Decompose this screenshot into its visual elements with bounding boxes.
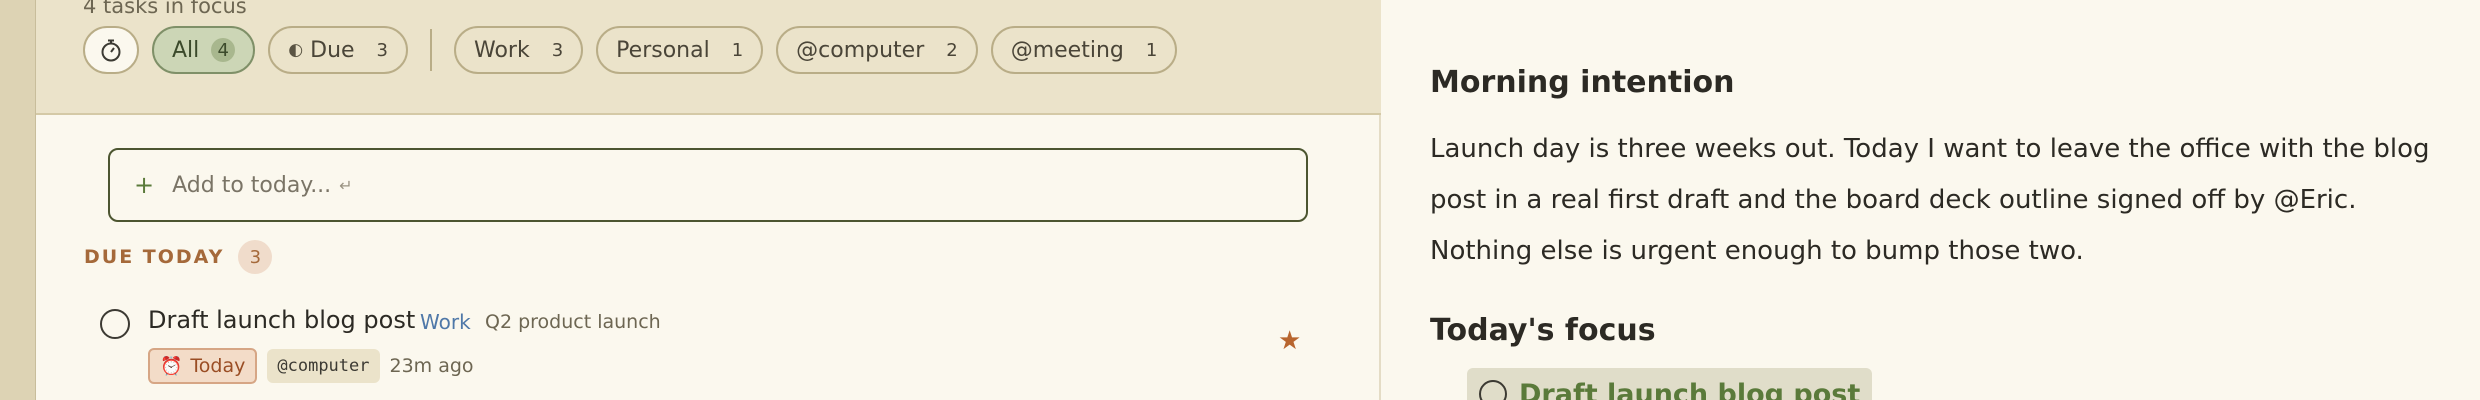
due-today-header: DUE TODAY 3 [84, 240, 273, 274]
task-age: 23m ago [389, 355, 474, 377]
add-task-input[interactable]: + Add to today... ↵ [108, 148, 1308, 222]
filter-chip-label: Due [310, 37, 355, 63]
add-task-placeholder: Add to today... [172, 172, 332, 198]
filter-chip-count: 1 [731, 39, 744, 61]
due-today-count: 3 [238, 240, 273, 274]
filter-chip-count: 3 [551, 39, 564, 61]
alarm-clock-icon: ⏰ [160, 355, 183, 377]
due-date-label: Today [190, 355, 246, 377]
focus-task-link[interactable]: Draft launch blog post [1467, 368, 1873, 400]
filter-chip-all[interactable]: All 4 [152, 26, 256, 74]
filter-chip-count: 1 [1145, 39, 1158, 61]
task-circle-icon [1479, 380, 1507, 400]
focus-heading: Today's focus [1430, 313, 1656, 348]
filter-chip-meeting[interactable]: @meeting 1 [990, 26, 1178, 74]
filter-chip-count: 2 [946, 39, 958, 61]
filter-chip-work[interactable]: Work 3 [454, 26, 584, 74]
context-tag[interactable]: @computer [267, 349, 380, 383]
task-meta: ⏰ Today @computer 23m ago [148, 348, 474, 384]
filter-chip-label: Work [474, 37, 530, 63]
filter-chip-label: All [172, 37, 200, 63]
due-date-badge[interactable]: ⏰ Today [148, 348, 258, 384]
filter-chip-due[interactable]: ◐ Due 3 [268, 26, 408, 74]
task-title[interactable]: Draft launch blog post [148, 306, 415, 334]
task-project-tag[interactable]: Work [420, 310, 471, 334]
intention-heading: Morning intention [1430, 65, 1735, 100]
intention-text: Launch day is three weeks out. Today I w… [1430, 134, 2430, 266]
star-icon[interactable]: ★ [1278, 326, 1301, 356]
filter-chip-count: 3 [376, 39, 388, 61]
filter-chip-count: 4 [211, 38, 236, 62]
left-rail [0, 0, 36, 400]
focus-list-item: Draft launch blog post [1430, 368, 1873, 400]
filter-divider [430, 29, 432, 71]
focus-task-label: Draft launch blog post [1519, 378, 1861, 400]
half-moon-icon: ◐ [288, 40, 304, 60]
plus-icon: + [134, 171, 155, 199]
task-checkbox[interactable] [100, 309, 130, 339]
stopwatch-icon [101, 39, 121, 62]
filter-chip-label: @meeting [1010, 37, 1124, 63]
due-today-title: DUE TODAY [84, 246, 225, 268]
focus-count: 4 tasks in focus [83, 0, 247, 18]
filter-bar: 4 tasks in focus All 4 ◐ Due 3 Work 3 Pe… [36, 0, 1381, 115]
task-goal: Q2 product launch [485, 311, 661, 333]
filter-chip-label: Personal [616, 37, 710, 63]
notes-panel: Morning intention Launch day is three we… [1382, 0, 2480, 400]
filter-chips: All 4 ◐ Due 3 Work 3 Personal 1 @compute… [83, 26, 1190, 74]
filter-chip-computer[interactable]: @computer 2 [776, 26, 978, 74]
task-row[interactable]: Draft launch blog post Work Q2 product l… [100, 300, 1340, 400]
timer-button[interactable] [83, 26, 139, 74]
task-panel: 4 tasks in focus All 4 ◐ Due 3 Work 3 Pe… [36, 0, 1381, 400]
enter-key-icon: ↵ [339, 175, 353, 195]
filter-chip-label: @computer [796, 37, 925, 63]
filter-chip-personal[interactable]: Personal 1 [596, 26, 764, 74]
